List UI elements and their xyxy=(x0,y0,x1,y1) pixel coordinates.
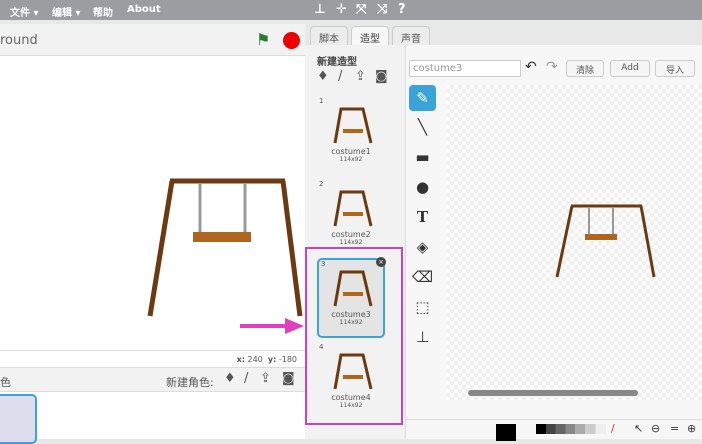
x-label: x: xyxy=(236,355,245,364)
zoom-out-icon[interactable]: ⊖ xyxy=(651,422,660,435)
camera-icon[interactable]: ◙ xyxy=(282,371,295,386)
sprite-library-icon[interactable]: ♦ xyxy=(224,371,236,386)
sprite-thumbnail[interactable] xyxy=(0,394,37,444)
fill-tool-icon[interactable]: ◈ xyxy=(409,234,436,260)
import-button[interactable]: 导入 xyxy=(655,60,695,77)
grow-icon[interactable]: ⤧ xyxy=(356,2,366,17)
costume-library-icon[interactable]: ♦ xyxy=(317,69,329,84)
camera-icon[interactable]: ◙ xyxy=(375,69,388,84)
menu-help[interactable]: 帮助 xyxy=(93,4,113,19)
horizontal-scrollbar[interactable] xyxy=(468,390,638,396)
project-title[interactable]: round xyxy=(0,33,38,48)
text-tool-icon[interactable]: T xyxy=(409,204,436,230)
pointer-icon[interactable]: ↖ xyxy=(634,422,643,435)
costume-name-input[interactable] xyxy=(409,60,521,77)
select-tool-icon[interactable]: ⬚ xyxy=(409,294,436,320)
stage[interactable] xyxy=(0,56,305,350)
tab-sounds[interactable]: 声音 xyxy=(392,26,430,46)
paint-sprite-icon[interactable]: / xyxy=(244,371,248,386)
clear-button[interactable]: 清除 xyxy=(566,60,604,77)
rectangle-tool-icon[interactable]: ▬ xyxy=(409,144,436,170)
help-icon[interactable]: ? xyxy=(398,2,406,17)
stage-header: round ⚑ xyxy=(0,24,305,56)
menu-bar: 文件 ▾ 编辑 ▾ 帮助 About ⊥ ✛ ⤧ ⤨ ? xyxy=(0,0,702,20)
eraser-tool-icon[interactable]: ⌫ xyxy=(409,264,436,290)
new-costume-label: 新建造型 xyxy=(317,57,357,68)
green-flag-icon[interactable]: ⚑ xyxy=(256,30,270,49)
cut-icon[interactable]: ✛ xyxy=(336,2,347,17)
tab-costumes[interactable]: 造型 xyxy=(351,26,389,46)
stamp-tool-icon[interactable]: ⊥ xyxy=(409,324,436,350)
line-tool-icon[interactable]: ╲ xyxy=(409,114,436,140)
menu-file[interactable]: 文件 ▾ xyxy=(10,4,39,19)
costume-panel: 新建造型 ♦ / ⇪ ◙ 1 costume1 114x92 2 costume2 11… xyxy=(305,45,405,439)
y-value: -180 xyxy=(278,355,297,364)
x-value: 240 xyxy=(247,355,263,364)
upload-sprite-icon[interactable]: ⇪ xyxy=(260,371,271,386)
stop-icon[interactable] xyxy=(283,32,300,49)
paint-editor: ↶ ↷ 清除 Add 导入 ✎ ╲ ▬ ● T ◈ ⌫ ⬚ ⊥ / ↖ ⊖ = … xyxy=(405,45,702,441)
tab-scripts[interactable]: 脚本 xyxy=(310,26,348,46)
brush-tool-icon[interactable]: ✎ xyxy=(409,85,436,111)
sprites-header: 色 新建角色: ♦ / ⇪ ◙ xyxy=(0,367,305,392)
redo-icon[interactable]: ↷ xyxy=(546,59,558,75)
y-label: y: xyxy=(267,355,277,364)
duplicate-stamp-icon[interactable]: ⊥ xyxy=(314,2,326,17)
menu-about[interactable]: About xyxy=(127,4,161,15)
costume-item[interactable]: 4 costume4 114x92 xyxy=(317,343,385,423)
new-sprite-label: 新建角色: xyxy=(166,376,214,389)
menu-edit[interactable]: 编辑 ▾ xyxy=(52,4,81,19)
upload-costume-icon[interactable]: ⇪ xyxy=(355,69,366,84)
sprite-list xyxy=(0,392,305,444)
costume-item[interactable]: 2 costume2 114x92 xyxy=(317,180,385,260)
current-color-swatch[interactable] xyxy=(496,424,516,441)
color-bar: / ↖ ⊖ = ⊕ xyxy=(406,419,702,441)
add-button[interactable]: Add xyxy=(610,60,650,77)
paint-costume-icon[interactable]: / xyxy=(338,69,342,84)
paint-canvas[interactable] xyxy=(446,85,702,400)
costume-item-selected[interactable]: 3 × costume3 114x92 xyxy=(317,257,386,338)
delete-costume-icon[interactable]: × xyxy=(376,257,386,267)
undo-icon[interactable]: ↶ xyxy=(525,59,537,75)
ellipse-tool-icon[interactable]: ● xyxy=(409,174,436,200)
zoom-reset-icon[interactable]: = xyxy=(670,422,679,435)
sprites-label: 色 xyxy=(0,376,11,389)
pen-color-icon: / xyxy=(611,422,615,435)
zoom-in-icon[interactable]: ⊕ xyxy=(687,422,696,435)
color-palette[interactable] xyxy=(536,424,606,434)
swing-sprite xyxy=(147,178,303,317)
costume-item[interactable]: 1 costume1 114x92 xyxy=(317,97,385,177)
costume-image xyxy=(555,204,656,278)
pointer-arrow xyxy=(240,318,304,334)
shrink-icon[interactable]: ⤨ xyxy=(377,2,387,17)
mouse-coordinates: x: 240 y: -180 xyxy=(0,350,305,367)
